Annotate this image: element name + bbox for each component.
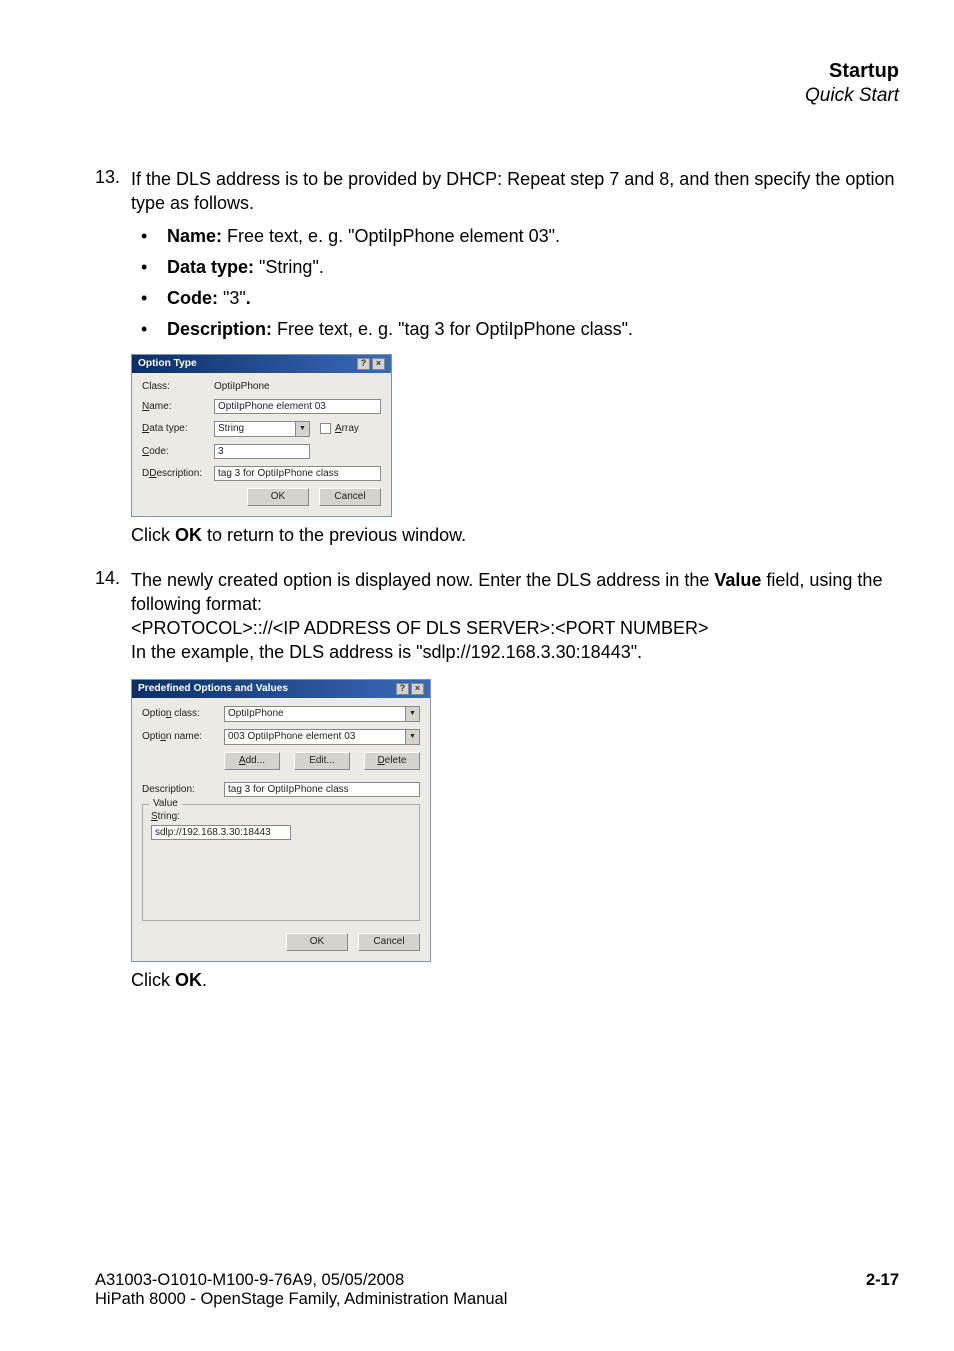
step-text: If the DLS address is to be provided by …: [131, 167, 899, 216]
page-content: Startup Quick Start 13. If the DLS addre…: [0, 0, 954, 1031]
delete-button[interactable]: Delete: [364, 752, 420, 770]
option-name-label: Option name:: [142, 731, 224, 742]
option-class-label: Option class:: [142, 708, 224, 719]
step-number: 14.: [95, 568, 131, 665]
bullet-item: Name: Free text, e. g. "OptiIpPhone elem…: [167, 226, 560, 247]
dialog-title: Option Type: [138, 358, 197, 369]
chevron-down-icon: ▼: [295, 422, 309, 436]
bullet-marker: •: [141, 257, 167, 278]
dialog-title: Predefined Options and Values: [138, 683, 288, 694]
add-button[interactable]: Add...: [224, 752, 280, 770]
description-label: DDescription:escription:: [142, 468, 214, 479]
description-input[interactable]: tag 3 for OptiIpPhone class: [224, 782, 420, 797]
page-footer: A31003-O1010-M100-9-76A9, 05/05/2008 HiP…: [95, 1271, 899, 1309]
code-input[interactable]: 3: [214, 444, 310, 459]
dialog-titlebar: Option Type ? ×: [132, 355, 391, 373]
step-number: 13.: [95, 167, 131, 216]
protocol-format: <PROTOCOL>:://<IP ADDRESS OF DLS SERVER>…: [131, 618, 709, 638]
example-text: In the example, the DLS address is "sdlp…: [131, 642, 642, 662]
name-input[interactable]: OptiIpPhone element 03: [214, 399, 381, 414]
bullet-item: Code: "3".: [167, 288, 251, 309]
header-title: Startup: [95, 60, 899, 83]
description-label: Description:: [142, 784, 224, 795]
footer-left: A31003-O1010-M100-9-76A9, 05/05/2008 HiP…: [95, 1271, 507, 1309]
option-class-select[interactable]: OptiIpPhone ▼: [224, 706, 420, 722]
close-button[interactable]: ×: [372, 358, 385, 370]
step-14: 14. The newly created option is displaye…: [95, 568, 899, 665]
option-type-dialog: Option Type ? × Class: OptiIpPhone Name:…: [131, 354, 392, 517]
bullet-item: Data type: "String".: [167, 257, 324, 278]
cancel-button[interactable]: Cancel: [358, 933, 420, 951]
edit-button[interactable]: Edit...: [294, 752, 350, 770]
ok-button[interactable]: OK: [247, 488, 309, 506]
datatype-label: Data type:: [142, 423, 214, 434]
ok-button[interactable]: OK: [286, 933, 348, 951]
page-header: Startup Quick Start: [95, 60, 899, 107]
header-subtitle: Quick Start: [95, 85, 899, 107]
step-14-after: Click OK.: [131, 970, 899, 991]
help-button[interactable]: ?: [357, 358, 370, 370]
description-input[interactable]: tag 3 for OptiIpPhone class: [214, 466, 381, 481]
dialog-titlebar: Predefined Options and Values ? ×: [132, 680, 430, 698]
close-button[interactable]: ×: [411, 683, 424, 695]
bullet-marker: •: [141, 226, 167, 247]
value-legend: Value: [149, 798, 182, 809]
array-label: Array: [335, 423, 359, 434]
step-13: 13. If the DLS address is to be provided…: [95, 167, 899, 340]
step-text: The newly created option is displayed no…: [131, 568, 899, 665]
bullet-marker: •: [141, 319, 167, 340]
code-label: Code:: [142, 446, 214, 457]
cancel-button[interactable]: Cancel: [319, 488, 381, 506]
class-value: OptiIpPhone: [214, 381, 381, 392]
option-name-select[interactable]: 003 OptiIpPhone element 03 ▼: [224, 729, 420, 745]
array-checkbox[interactable]: [320, 423, 331, 434]
bullet-item: Description: Free text, e. g. "tag 3 for…: [167, 319, 633, 340]
bullet-marker: •: [141, 288, 167, 309]
chevron-down-icon: ▼: [405, 730, 419, 744]
value-fieldset: Value String: sdlp://192.168.3.30:18443: [142, 804, 420, 921]
page-number: 2-17: [866, 1271, 899, 1309]
step-13-after: Click OK to return to the previous windo…: [131, 525, 899, 546]
bullet-list: • Name: Free text, e. g. "OptiIpPhone el…: [95, 226, 899, 340]
class-label: Class:: [142, 381, 214, 392]
chevron-down-icon: ▼: [405, 707, 419, 721]
datatype-select[interactable]: String ▼: [214, 421, 310, 437]
string-input[interactable]: sdlp://192.168.3.30:18443: [151, 825, 291, 840]
predefined-options-dialog: Predefined Options and Values ? × Option…: [131, 679, 431, 962]
string-label: String:: [151, 811, 411, 822]
name-label: Name:: [142, 401, 214, 412]
help-button[interactable]: ?: [396, 683, 409, 695]
